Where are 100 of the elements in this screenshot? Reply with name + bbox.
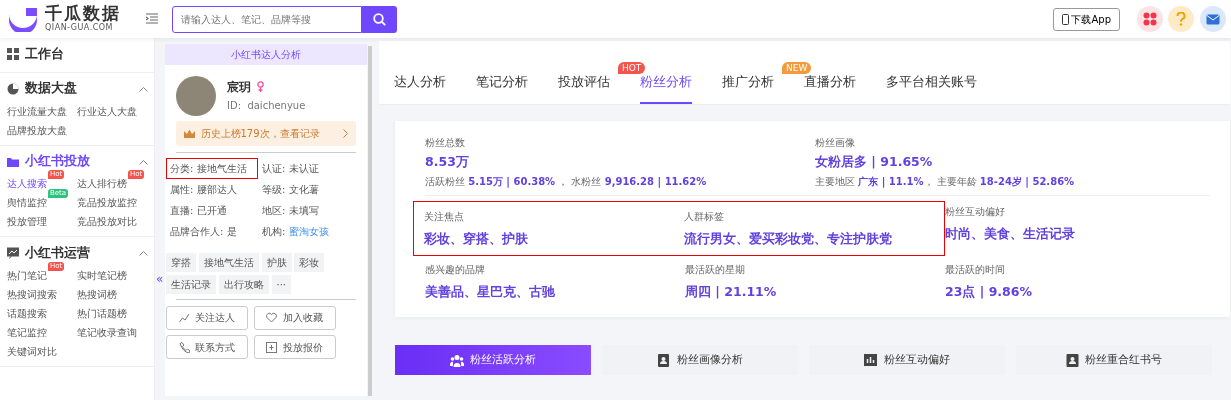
sidebar-section-title[interactable]: 小红书运营 <box>24 243 90 263</box>
sidebar-item[interactable]: 实时笔记榜 <box>77 270 127 281</box>
search-field[interactable]: 请输入达人、笔记、品牌等搜 <box>171 5 362 33</box>
sidebar-item[interactable]: 行业流量大盘 <box>7 105 67 117</box>
stat-label: 最活跃的时间 <box>945 263 1006 277</box>
crown-icon <box>184 129 195 138</box>
tab[interactable]: 多平台相关账号 <box>886 63 977 104</box>
stat-value: 时尚、美食、生活记录 <box>945 224 1076 243</box>
section-button[interactable]: 粉丝互动偏好 <box>809 345 1005 375</box>
download-app-button[interactable]: 下载App <box>1052 7 1120 31</box>
info-field: 地区: 未填写 <box>258 200 350 221</box>
trend-icon <box>178 312 190 324</box>
section-button[interactable]: 粉丝重合红书号 <box>1016 345 1212 375</box>
tab[interactable]: 推广分析 <box>722 63 774 104</box>
stat-value: 流行男女、爱买彩妆党、专注护肤党 <box>684 229 893 248</box>
search-icon <box>372 12 386 26</box>
action-button[interactable]: 联系方式 <box>166 335 248 360</box>
tag[interactable]: 接地气生活 <box>198 253 259 272</box>
sidebar-item[interactable]: 热门话题榜 <box>77 308 127 319</box>
tag[interactable]: 穿搭 <box>166 253 196 272</box>
tab[interactable]: 笔记分析 <box>476 63 528 104</box>
sidebar-item[interactable]: 竞品投放对比 <box>77 216 137 228</box>
sidebar-item[interactable]: 竞品投放监控 <box>77 197 137 209</box>
sidebar-section-title[interactable]: 工作台 <box>24 44 64 64</box>
sidebar-item[interactable]: 达人排行榜 <box>77 178 127 190</box>
stat-value: 8.53万 <box>425 152 470 171</box>
chevron-right-icon <box>343 129 348 138</box>
phone-icon <box>178 341 190 353</box>
tag[interactable]: 彩妆 <box>294 253 325 272</box>
action-button[interactable]: 加入收藏 <box>253 305 336 330</box>
info-field: 机构: 蜜淘女孩 <box>258 221 350 242</box>
section-button[interactable]: 粉丝活跃分析 <box>395 345 591 375</box>
menu-icon[interactable] <box>145 13 158 25</box>
stat-detail: 活跃粉丝 5.15万 | 60.38% ， 水粉丝 9,916.28 | 11.62% <box>425 175 708 189</box>
info-field: 属性: 腰部达人 <box>166 179 258 200</box>
info-field: 认证: 未认证 <box>258 158 350 179</box>
sidebar-item[interactable]: 行业达人大盘 <box>77 105 137 117</box>
stat-value: 周四 | 21.11% <box>685 282 778 301</box>
stat-value: 23点 | 9.86% <box>945 282 1034 301</box>
tag[interactable]: 生活记录 <box>166 274 216 294</box>
action-button[interactable]: 投放报价 <box>253 335 336 360</box>
badge: NEW <box>782 61 812 74</box>
price-tag-icon <box>266 341 278 353</box>
tab[interactable]: 达人分析 <box>394 63 446 104</box>
stat-value: 彩妆、穿搭、护肤 <box>424 229 529 248</box>
sidebar-item[interactable]: 舆情监控 <box>7 197 47 209</box>
sidebar-item[interactable]: 热搜词搜索 <box>7 289 57 300</box>
search-button[interactable] <box>361 5 397 33</box>
tab[interactable]: 粉丝分析 <box>640 63 692 104</box>
logo-title: 千瓜数据 <box>45 4 121 22</box>
sidebar-item[interactable]: 投放管理 <box>7 216 47 228</box>
apps-icon <box>1142 12 1157 26</box>
sidebar-item[interactable]: 达人搜索 <box>7 178 47 190</box>
panel-title: 小红书达人分析 <box>165 43 367 65</box>
sidebar-item[interactable]: 笔记监控 <box>7 327 47 338</box>
tag[interactable]: 出行攻略 <box>218 274 269 294</box>
action-button[interactable]: 关注达人 <box>166 305 248 330</box>
badge: HOT <box>618 61 646 74</box>
people-icon <box>450 353 465 367</box>
profile-id: ID: daichenyue <box>227 99 306 114</box>
stat-label: 粉丝互动偏好 <box>945 205 1006 219</box>
message-button[interactable] <box>1199 6 1226 32</box>
contact-icon <box>1065 353 1080 367</box>
sidebar-item[interactable]: 热搜词榜 <box>77 289 117 300</box>
apps-button[interactable] <box>1136 6 1163 32</box>
stat-value: 女粉居多 | 91.65% <box>815 152 934 171</box>
phone-icon <box>1061 13 1069 25</box>
sidebar-item[interactable]: 话题搜索 <box>7 308 47 319</box>
section-button[interactable]: 粉丝画像分析 <box>602 345 798 375</box>
help-button[interactable] <box>1168 6 1194 32</box>
folder-icon <box>7 155 19 168</box>
scrollbar[interactable] <box>368 46 372 396</box>
tag[interactable]: ··· <box>271 274 292 294</box>
stat-label: 最活跃的星期 <box>685 263 746 277</box>
info-field: 直播: 已开通 <box>166 200 258 221</box>
stat-label: 感兴趣的品牌 <box>425 263 486 277</box>
info-field: 分类: 接地气生活 <box>166 158 258 179</box>
heart-icon <box>266 312 278 324</box>
stat-label: 人群标签 <box>684 210 725 224</box>
sidebar-section-title[interactable]: 小红书投放 <box>24 152 90 171</box>
stat-label: 关注焦点 <box>424 210 465 224</box>
tab[interactable]: 投放评估 <box>558 63 610 104</box>
sidebar-section-title[interactable]: 数据大盘 <box>24 79 77 99</box>
pie-chart-icon <box>7 82 19 95</box>
sidebar-item[interactable]: 品牌投放大盘 <box>7 124 67 136</box>
info-field: 等级: 文化薯 <box>258 179 350 200</box>
sidebar-item[interactable]: 热门笔记 <box>7 270 47 281</box>
stat-label: 粉丝画像 <box>815 135 856 150</box>
stat-value: 美善品、星巴克、古驰 <box>425 282 556 301</box>
bar-chart-icon <box>864 353 879 367</box>
sidebar-item[interactable]: 关键词对比 <box>7 346 57 357</box>
question-mark-icon <box>1176 12 1186 26</box>
sidebar-item[interactable]: 笔记收录查询 <box>77 327 137 338</box>
logo-subtitle: QIAN-GUA.COM <box>45 22 114 34</box>
profile-name: 宸玥 <box>227 78 251 96</box>
female-icon <box>256 81 264 93</box>
profile-card-icon <box>657 353 672 367</box>
collapse-toggle[interactable]: « <box>156 270 165 288</box>
stat-detail: 主要地区 广东 | 11.1%， 主要年龄 18-24岁 | 52.86% <box>815 175 1076 189</box>
tag[interactable]: 护肤 <box>261 253 292 272</box>
